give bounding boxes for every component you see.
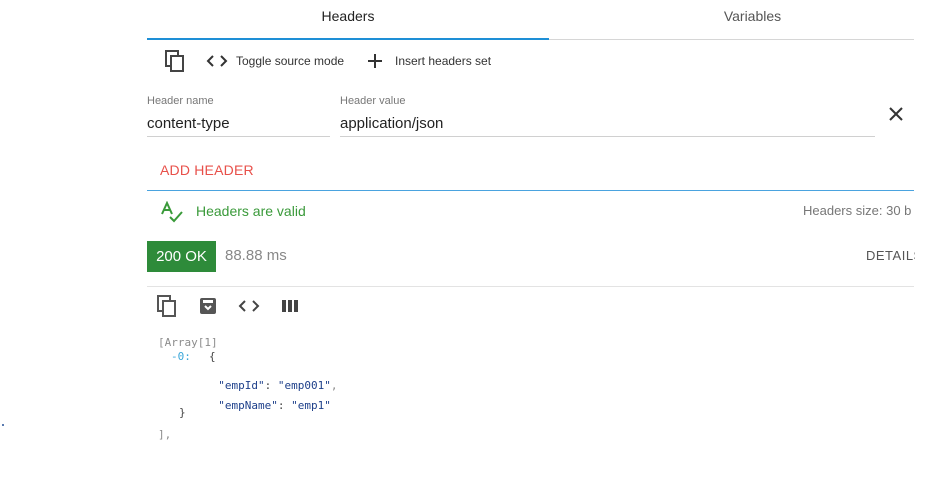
json-value: "emp1" bbox=[291, 399, 331, 412]
tab-headers-label: Headers bbox=[321, 8, 375, 24]
header-value-label: Header value bbox=[340, 95, 406, 107]
json-array-label: [Array[1] bbox=[158, 336, 218, 349]
tab-variables[interactable]: Variables bbox=[549, 0, 929, 40]
section-divider bbox=[147, 190, 914, 191]
plus-icon[interactable] bbox=[363, 49, 387, 73]
table-view-icon[interactable] bbox=[278, 294, 302, 318]
header-value-underline bbox=[340, 136, 875, 137]
panel-clip bbox=[915, 0, 929, 487]
edge-dot bbox=[2, 424, 4, 426]
response-time: 88.88 ms bbox=[225, 247, 287, 264]
header-name-input[interactable]: content-type bbox=[147, 115, 230, 132]
json-close-brace: } bbox=[179, 406, 186, 419]
json-open-brace: { bbox=[209, 350, 216, 363]
json-index-label[interactable]: -0: bbox=[171, 350, 191, 363]
header-value-input[interactable]: application/json bbox=[340, 115, 443, 132]
active-tab-indicator bbox=[147, 38, 549, 40]
insert-headers-set-button[interactable]: Insert headers set bbox=[395, 54, 491, 68]
header-name-underline bbox=[147, 136, 330, 137]
copy-icon[interactable] bbox=[163, 49, 187, 73]
toggle-source-mode-button[interactable]: Toggle source mode bbox=[236, 54, 344, 68]
response-divider bbox=[147, 286, 914, 287]
add-header-button[interactable]: ADD HEADER bbox=[160, 162, 254, 178]
tab-headers[interactable]: Headers bbox=[147, 0, 549, 40]
save-response-icon[interactable] bbox=[196, 294, 220, 318]
headers-valid-message: Headers are valid bbox=[196, 203, 306, 219]
copy-response-icon[interactable] bbox=[155, 294, 179, 318]
code-view-icon[interactable] bbox=[237, 294, 261, 318]
tab-variables-label: Variables bbox=[723, 8, 782, 24]
spellcheck-valid-icon bbox=[160, 200, 184, 224]
header-name-label: Header name bbox=[147, 95, 214, 107]
code-toggle-icon[interactable] bbox=[205, 49, 229, 73]
json-key: "empName" bbox=[218, 399, 278, 412]
headers-size: Headers size: 30 b bbox=[803, 203, 912, 218]
status-badge: 200 OK bbox=[147, 241, 216, 272]
remove-header-icon[interactable] bbox=[884, 102, 908, 126]
json-row-empname: "empName": "emp1" bbox=[218, 399, 331, 412]
json-close-array: ], bbox=[158, 428, 172, 441]
